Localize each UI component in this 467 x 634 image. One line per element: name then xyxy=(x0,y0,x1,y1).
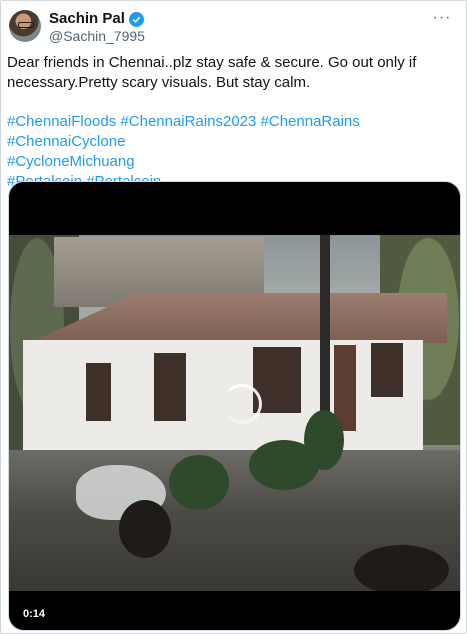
house-window xyxy=(371,343,403,397)
tweet-card: Sachin Pal @Sachin_7995 ··· Dear friends… xyxy=(0,0,467,634)
tweet-text: Dear friends in Chennai..plz stay safe &… xyxy=(7,54,417,91)
avatar[interactable] xyxy=(9,10,41,42)
author-name[interactable]: Sachin Pal xyxy=(49,10,125,28)
hashtag-link[interactable]: #ChennaiCyclone xyxy=(7,133,125,150)
bush xyxy=(304,410,344,470)
hashtag-list: #ChennaiFloods #ChennaiRains2023 #Chenna… xyxy=(7,112,459,192)
house-window xyxy=(154,353,186,421)
video-duration: 0:14 xyxy=(19,605,50,623)
person-head xyxy=(119,500,171,558)
verified-badge-icon xyxy=(128,11,144,27)
more-options-icon[interactable]: ··· xyxy=(428,7,456,29)
spinner-icon xyxy=(222,384,262,424)
hashtag-link[interactable]: #ChennaiFloods xyxy=(7,113,116,130)
author-handle[interactable]: @Sachin_7995 xyxy=(49,28,145,44)
author-row: Sachin Pal xyxy=(49,10,144,28)
video-player[interactable]: 0:14 xyxy=(8,181,461,631)
hashtag-link[interactable]: #ChennaiRains2023 xyxy=(120,113,256,130)
hashtag-link[interactable]: #CycloneMichuang xyxy=(7,153,135,170)
bush xyxy=(169,455,229,510)
avatar-glasses xyxy=(18,22,34,28)
house-window xyxy=(86,363,111,421)
hashtag-link[interactable]: #ChennaRains xyxy=(261,113,360,130)
person-head xyxy=(354,545,449,591)
